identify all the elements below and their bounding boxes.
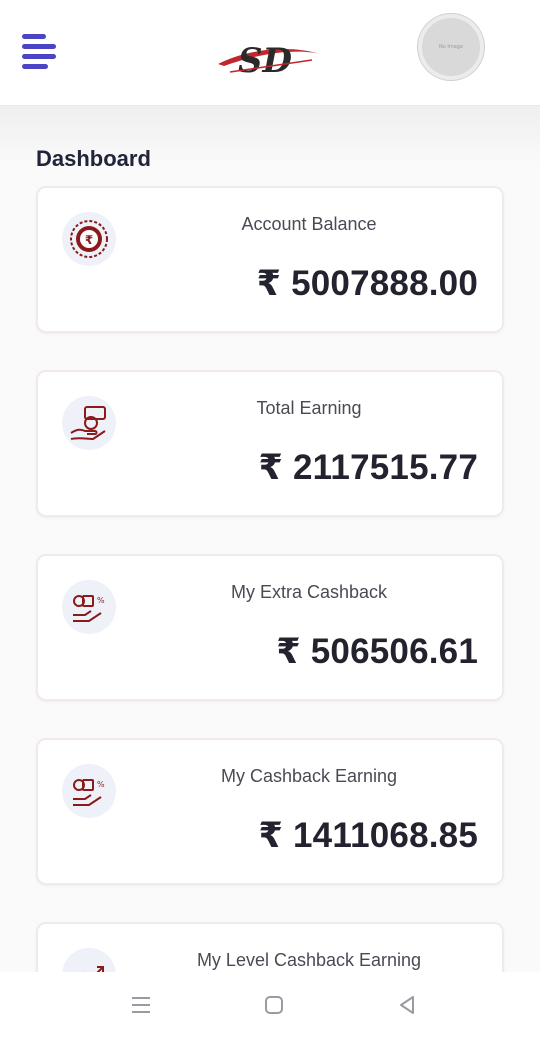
- card-label: Total Earning: [256, 398, 362, 418]
- home-icon[interactable]: [259, 990, 289, 1020]
- svg-text:%: %: [97, 596, 105, 605]
- card-label: My Extra Cashback: [230, 582, 388, 602]
- total-earning-card[interactable]: Total Earning ₹ 2117515.77: [36, 370, 504, 517]
- avatar-placeholder-text: No Image: [438, 44, 464, 50]
- brand-logo: SD: [218, 41, 320, 80]
- hand-money-icon: [62, 396, 116, 450]
- svg-text:₹: ₹: [85, 233, 93, 247]
- card-value: ₹ 506506.61: [276, 632, 478, 671]
- card-value: ₹ 1411068.85: [258, 816, 478, 855]
- app-header: SD No Image: [0, 0, 540, 106]
- level-cashback-card[interactable]: My Level Cashback Earning: [36, 922, 504, 972]
- card-value: ₹ 2117515.77: [258, 448, 478, 487]
- card-label: My Level Cashback Earning: [196, 950, 422, 970]
- card-label: My Cashback Earning: [220, 766, 398, 786]
- cashback-hand-icon: %: [62, 580, 116, 634]
- hamburger-menu-icon[interactable]: [22, 34, 58, 70]
- rupee-coin-icon: ₹: [62, 212, 116, 266]
- logo-text: SD: [238, 41, 293, 80]
- card-value: ₹ 5007888.00: [256, 264, 478, 303]
- cashback-hand-icon: %: [62, 764, 116, 818]
- card-label: Account Balance: [241, 214, 377, 234]
- cashback-earning-card[interactable]: % My Cashback Earning ₹ 1411068.85: [36, 738, 504, 885]
- account-balance-card[interactable]: ₹ Account Balance ₹ 5007888.00: [36, 186, 504, 333]
- system-navigation-bar: [0, 972, 540, 1039]
- back-icon[interactable]: [392, 990, 422, 1020]
- extra-cashback-card[interactable]: % My Extra Cashback ₹ 506506.61: [36, 554, 504, 701]
- profile-avatar[interactable]: No Image: [418, 14, 484, 80]
- svg-text:%: %: [97, 780, 105, 789]
- page-title: Dashboard: [36, 146, 151, 171]
- dashboard-content: Dashboard ₹ Account Balance ₹ 5007888.00…: [0, 106, 540, 972]
- recent-apps-icon[interactable]: [126, 990, 156, 1020]
- level-cashback-icon: [62, 948, 116, 972]
